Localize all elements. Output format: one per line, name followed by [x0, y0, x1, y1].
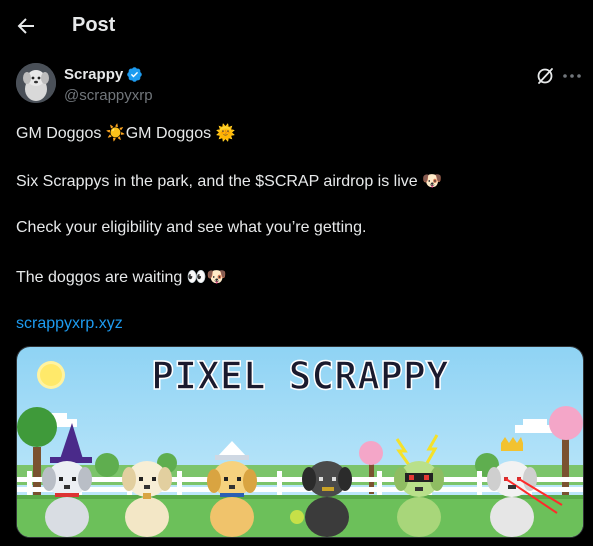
- grok-button[interactable]: [535, 66, 555, 86]
- tweet-media-image[interactable]: PIXEL SCRAPPY: [16, 346, 584, 538]
- back-button[interactable]: [14, 14, 38, 38]
- author-name-row: Scrappy: [64, 66, 143, 83]
- tweet-text-line-4: The doggos are waiting 👀🐶: [16, 269, 227, 286]
- tweet-text-line-3: Check your eligibility and see what you’…: [16, 219, 367, 236]
- back-arrow-icon: [17, 18, 34, 34]
- more-icon: [563, 74, 581, 78]
- pixel-scrappy-artwork: PIXEL SCRAPPY: [17, 347, 583, 537]
- verified-badge-icon: [127, 67, 142, 82]
- author-handle[interactable]: @scrappyxrp: [64, 87, 153, 104]
- tweet-text-line-2: Six Scrappys in the park, and the $SCRAP…: [16, 173, 443, 190]
- avatar[interactable]: [16, 63, 56, 103]
- media-title: PIXEL SCRAPPY: [151, 354, 449, 398]
- tweet-text-line-1: GM Doggos ☀️GM Doggos 🌞: [16, 125, 236, 142]
- top-bar: Post: [0, 0, 593, 52]
- more-options-button[interactable]: [561, 66, 583, 86]
- tweet-link[interactable]: scrappyxrp.xyz: [16, 315, 123, 333]
- dog-avatar-icon: [16, 63, 56, 103]
- grok-icon: [537, 68, 553, 84]
- author-name[interactable]: Scrappy: [64, 66, 123, 83]
- page-title: Post: [72, 14, 116, 36]
